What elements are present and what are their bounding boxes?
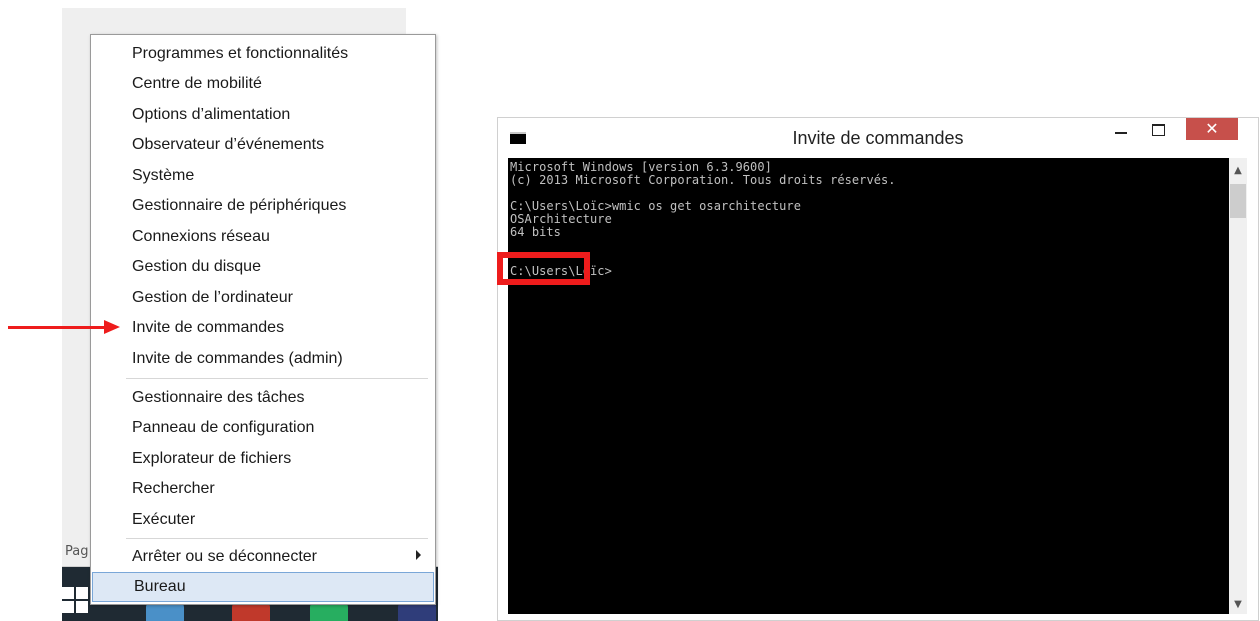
menu-item-run[interactable]: Exécuter bbox=[91, 505, 435, 535]
background-page-label: Pag bbox=[65, 544, 89, 559]
windows-logo-icon[interactable] bbox=[62, 587, 88, 613]
menu-item-power-options[interactable]: Options d’alimentation bbox=[91, 100, 435, 130]
menu-item-system[interactable]: Système bbox=[91, 161, 435, 191]
menu-item-programmes[interactable]: Programmes et fonctionnalités bbox=[91, 39, 435, 69]
menu-item-command-prompt-admin[interactable]: Invite de commandes (admin) bbox=[91, 344, 435, 374]
menu-item-control-panel[interactable]: Panneau de configuration bbox=[91, 413, 435, 443]
maximize-button[interactable] bbox=[1141, 118, 1175, 140]
menu-separator bbox=[126, 378, 428, 379]
menu-separator bbox=[126, 538, 428, 539]
menu-item-event-viewer[interactable]: Observateur d’événements bbox=[91, 130, 435, 160]
scroll-up-icon[interactable]: ▲ bbox=[1233, 166, 1243, 176]
scroll-down-icon[interactable]: ▼ bbox=[1233, 600, 1243, 610]
scroll-thumb[interactable] bbox=[1230, 184, 1246, 218]
annotation-highlight-box bbox=[497, 252, 590, 285]
menu-item-device-manager[interactable]: Gestionnaire de périphériques bbox=[91, 191, 435, 221]
menu-item-desktop[interactable]: Bureau bbox=[92, 572, 434, 602]
menu-item-shutdown[interactable]: Arrêter ou se déconnecter bbox=[91, 542, 435, 572]
menu-item-disk-management[interactable]: Gestion du disque bbox=[91, 252, 435, 282]
taskbar-app-icon[interactable] bbox=[310, 603, 348, 621]
console-line: (c) 2013 Microsoft Corporation. Tous dro… bbox=[510, 173, 896, 187]
minimize-button[interactable] bbox=[1104, 118, 1138, 140]
menu-item-mobility-center[interactable]: Centre de mobilité bbox=[91, 69, 435, 99]
submenu-arrow-icon bbox=[416, 550, 421, 560]
menu-item-search[interactable]: Rechercher bbox=[91, 474, 435, 504]
menu-item-file-explorer[interactable]: Explorateur de fichiers bbox=[91, 444, 435, 474]
taskbar-app-icon[interactable] bbox=[398, 603, 436, 621]
command-prompt-window: Invite de commandes ✕ Microsoft Windows … bbox=[497, 117, 1259, 621]
taskbar-app-icon[interactable] bbox=[232, 603, 270, 621]
close-button[interactable]: ✕ bbox=[1186, 118, 1238, 140]
annotation-arrow-head-icon bbox=[104, 320, 120, 334]
menu-item-command-prompt[interactable]: Invite de commandes bbox=[91, 313, 435, 343]
context-menu: Programmes et fonctionnalités Centre de … bbox=[90, 34, 436, 605]
menu-item-network-connections[interactable]: Connexions réseau bbox=[91, 222, 435, 252]
console-output[interactable]: Microsoft Windows [version 6.3.9600] (c)… bbox=[497, 158, 1229, 614]
annotation-arrow bbox=[8, 326, 106, 329]
vertical-scrollbar[interactable]: ▲ ▼ bbox=[1229, 158, 1247, 614]
taskbar-app-icon[interactable] bbox=[146, 603, 184, 621]
menu-item-task-manager[interactable]: Gestionnaire des tâches bbox=[91, 383, 435, 413]
title-bar[interactable]: Invite de commandes ✕ bbox=[498, 118, 1258, 158]
menu-item-computer-management[interactable]: Gestion de l’ordinateur bbox=[91, 283, 435, 313]
console-line: 64 bits bbox=[510, 225, 561, 239]
